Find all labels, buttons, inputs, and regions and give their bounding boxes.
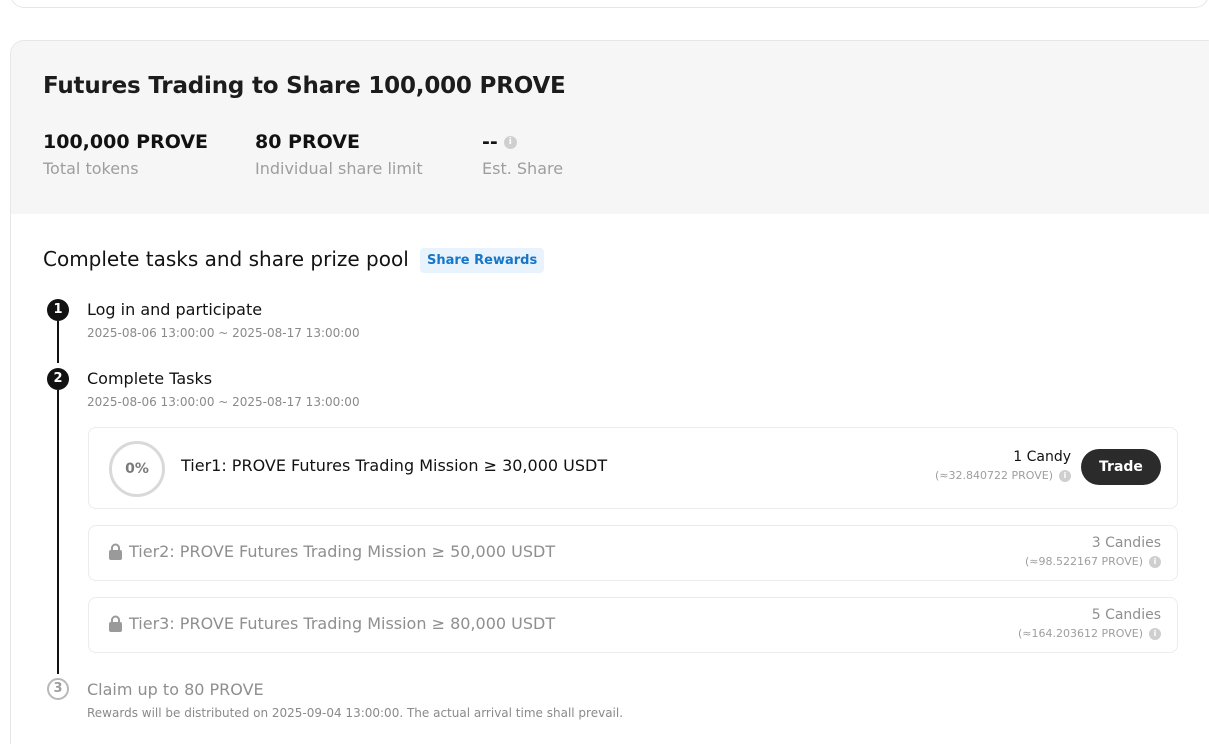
step-date: 2025-08-06 13:00:00 ~ 2025-08-17 13:00:0…: [87, 326, 360, 340]
info-icon[interactable]: i: [503, 135, 517, 149]
stat-value: 100,000 PROVE: [43, 131, 209, 153]
tier-name: Tier3: PROVE Futures Trading Mission ≥ 8…: [129, 614, 556, 633]
stat-total-tokens: 100,000 PROVE Total tokens: [43, 130, 208, 178]
lock-icon: [109, 543, 122, 560]
section-title: Complete tasks and share prize pool: [43, 247, 409, 271]
stat-label: Est. Share: [482, 159, 564, 178]
step-connector: [57, 390, 59, 674]
step-connector: [57, 321, 59, 363]
stat-label: Individual share limit: [255, 159, 423, 178]
tier-reward: 5 Candies (≈164.203612 PROVE) i: [1018, 607, 1161, 640]
stat-value-row: -- i: [482, 130, 563, 154]
info-icon[interactable]: i: [1149, 555, 1161, 568]
tier-reward: 3 Candies (≈98.522167 PROVE) i: [1025, 535, 1161, 568]
tier-name: Tier2: PROVE Futures Trading Mission ≥ 5…: [129, 542, 556, 561]
reward-equivalent: (≈164.203612 PROVE): [1018, 627, 1143, 640]
campaign-title: Futures Trading to Share 100,000 PROVE: [43, 73, 566, 99]
trade-button[interactable]: Trade: [1081, 449, 1161, 485]
progress-ring: 0%: [109, 441, 165, 497]
stat-value: 80 PROVE: [255, 131, 360, 153]
step-title: Claim up to 80 PROVE: [87, 680, 264, 699]
stat-value: --: [482, 131, 498, 153]
info-icon[interactable]: i: [1059, 469, 1071, 482]
stat-label: Total tokens: [43, 159, 139, 178]
stat-share-limit: 80 PROVE Individual share limit: [255, 130, 423, 178]
tier-card-1: 0% Tier1: PROVE Futures Trading Mission …: [88, 427, 1178, 509]
step-number-2: 2: [47, 368, 69, 390]
info-icon[interactable]: i: [1149, 627, 1161, 640]
tier-reward: 1 Candy (≈32.840722 PROVE) i: [935, 449, 1071, 482]
stat-est-share: -- i Est. Share: [482, 130, 563, 178]
reward-subtext: (≈164.203612 PROVE) i: [1018, 627, 1161, 640]
reward-amount: 1 Candy: [1013, 449, 1071, 465]
tier-name: Tier1: PROVE Futures Trading Mission ≥ 3…: [181, 456, 608, 475]
reward-equivalent: (≈32.840722 PROVE): [935, 469, 1053, 482]
step-number-1: 1: [47, 299, 69, 321]
previous-card-edge: [10, 0, 1209, 8]
lock-icon: [109, 615, 122, 632]
step-title: Complete Tasks: [87, 369, 213, 388]
reward-amount: 5 Candies: [1091, 607, 1161, 623]
reward-equivalent: (≈98.522167 PROVE): [1025, 555, 1143, 568]
tier-card-3: Tier3: PROVE Futures Trading Mission ≥ 8…: [88, 597, 1178, 653]
tier-card-2: Tier2: PROVE Futures Trading Mission ≥ 5…: [88, 525, 1178, 581]
campaign-header: Futures Trading to Share 100,000 PROVE 1…: [11, 41, 1209, 214]
reward-subtext: (≈98.522167 PROVE) i: [1025, 555, 1161, 568]
step-title: Log in and participate: [87, 300, 263, 319]
step-date: 2025-08-06 13:00:00 ~ 2025-08-17 13:00:0…: [87, 395, 360, 409]
reward-amount: 3 Candies: [1091, 535, 1161, 551]
campaign-card: Futures Trading to Share 100,000 PROVE 1…: [10, 40, 1209, 744]
share-rewards-tag[interactable]: Share Rewards: [420, 248, 545, 273]
step-number-3: 3: [47, 678, 69, 700]
distribution-note: Rewards will be distributed on 2025-09-0…: [87, 706, 624, 720]
reward-subtext: (≈32.840722 PROVE) i: [935, 469, 1071, 482]
